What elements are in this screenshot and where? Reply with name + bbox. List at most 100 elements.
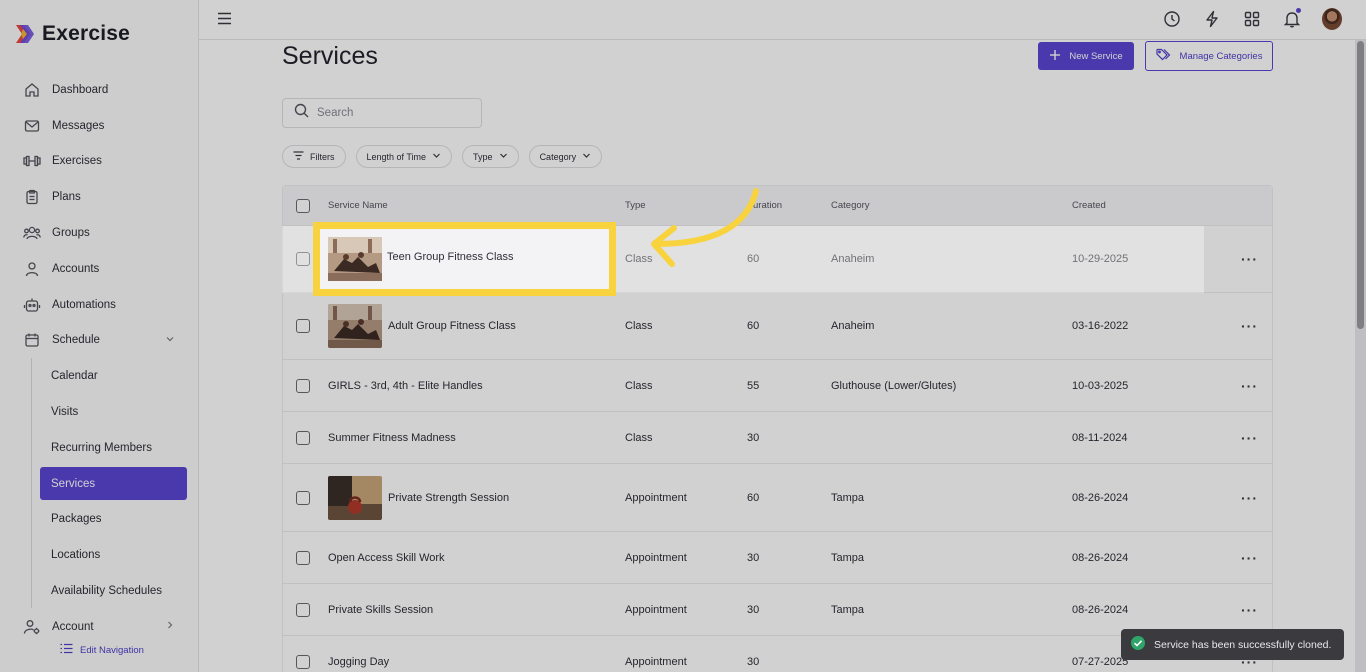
- sidebar-item-schedule[interactable]: Schedule: [0, 323, 199, 359]
- sidebar-item-label: Visits: [51, 406, 79, 419]
- row-checkbox[interactable]: [296, 655, 310, 669]
- sidebar-item-visits[interactable]: Visits: [0, 394, 199, 430]
- type-cell: Appointment: [625, 656, 687, 668]
- type-cell: Class: [625, 320, 653, 332]
- more-options-icon[interactable]: ···: [1241, 430, 1258, 446]
- created-cell: 08-11-2024: [1072, 431, 1128, 444]
- category-cell: Tampa: [831, 491, 865, 504]
- length-of-time-filter[interactable]: Length of Time: [355, 145, 453, 168]
- sidebar-item-packages[interactable]: Packages: [0, 502, 199, 538]
- row-checkbox[interactable]: [296, 378, 310, 393]
- sidebar-item-label: Schedule: [52, 334, 100, 347]
- scrollbar-thumb[interactable]: [1357, 41, 1364, 329]
- table-row[interactable]: Open Access Skill Work Appointment 30 Tampa…: [283, 532, 1272, 584]
- sidebar-item-automations[interactable]: Automations: [0, 287, 199, 323]
- table-row[interactable]: GIRLS - 3rd, 4th - Elite Handles Class 55 G…: [283, 360, 1272, 412]
- service-name-cell[interactable]: Summer Fitness Madness: [328, 432, 456, 444]
- bell-icon[interactable]: [1282, 8, 1302, 30]
- table-row[interactable]: Private Strength Session Appointment 60 Tam…: [283, 464, 1272, 532]
- calendar-icon: [23, 331, 41, 349]
- duration-cell: 30: [747, 551, 760, 564]
- notification-badge: [1296, 8, 1301, 13]
- service-name-cell[interactable]: GIRLS - 3rd, 4th - Elite Handles: [328, 380, 483, 392]
- row-checkbox[interactable]: [296, 430, 310, 445]
- select-all-checkbox[interactable]: [296, 198, 310, 213]
- manage-categories-button[interactable]: Manage Categories: [1145, 41, 1273, 71]
- sidebar-item-dashboard[interactable]: Dashboard: [0, 72, 199, 108]
- app-logo[interactable]: Exercise: [14, 22, 130, 46]
- category-cell: Tampa: [831, 603, 865, 616]
- mail-icon: [23, 117, 41, 135]
- apps-grid-icon[interactable]: [1242, 8, 1262, 30]
- duration-cell: 55: [747, 379, 760, 392]
- sidebar-item-label: Services: [51, 477, 96, 490]
- type-cell: Appointment: [625, 491, 687, 504]
- service-name-cell[interactable]: Jogging Day: [328, 656, 389, 668]
- category-cell: Tampa: [831, 551, 865, 564]
- service-name-cell[interactable]: Open Access Skill Work: [328, 552, 445, 564]
- highlighted-service-callout[interactable]: Teen Group Fitness Class: [313, 222, 616, 296]
- service-name-cell[interactable]: Adult Group Fitness Class: [388, 320, 516, 332]
- sidebar-item-calendar[interactable]: Calendar: [0, 358, 199, 394]
- sidebar-item-accounts[interactable]: Accounts: [0, 251, 199, 287]
- sidebar-item-groups[interactable]: Groups: [0, 215, 199, 251]
- row-checkbox[interactable]: [296, 252, 310, 266]
- column-header-service-name[interactable]: Service Name: [328, 200, 388, 211]
- search-input[interactable]: [317, 107, 467, 119]
- more-options-icon[interactable]: ···: [1241, 490, 1258, 506]
- type-cell: Appointment: [625, 551, 687, 564]
- page-title: Services: [282, 42, 378, 70]
- sidebar-item-account[interactable]: Account: [0, 609, 199, 645]
- table-row[interactable]: Adult Group Fitness Class Class 60 Anaheim 0…: [283, 293, 1272, 360]
- avatar[interactable]: [1322, 8, 1342, 30]
- list-icon: [60, 643, 73, 657]
- sidebar-item-label: Calendar: [51, 370, 98, 383]
- table-row[interactable]: Summer Fitness Madness Class 30 08-11-2024 ·…: [283, 412, 1272, 464]
- history-icon[interactable]: [1162, 8, 1182, 30]
- new-service-label: New Service: [1069, 50, 1123, 62]
- sidebar-item-exercises[interactable]: Exercises: [0, 144, 199, 180]
- sidebar-item-locations[interactable]: Locations: [0, 537, 199, 573]
- sidebar-item-label: Dashboard: [52, 83, 109, 96]
- duration-cell: 60: [747, 320, 760, 332]
- row-checkbox[interactable]: [296, 602, 310, 617]
- sidebar-item-services[interactable]: Services: [0, 466, 199, 502]
- more-options-icon[interactable]: ···: [1241, 318, 1258, 334]
- category-filter[interactable]: Category: [528, 145, 603, 168]
- filter-label: Type: [473, 151, 493, 162]
- type-filter[interactable]: Type: [462, 145, 519, 168]
- sidebar-item-availability-schedules[interactable]: Availability Schedules: [0, 573, 199, 609]
- topbar-actions: [1162, 8, 1342, 30]
- more-options-icon[interactable]: ···: [1241, 550, 1258, 566]
- plus-icon: [1049, 49, 1061, 64]
- new-service-button[interactable]: New Service: [1038, 42, 1134, 70]
- column-header-created[interactable]: Created: [1072, 200, 1106, 211]
- filters-button[interactable]: Filters: [282, 145, 346, 168]
- duration-cell: 30: [747, 431, 760, 444]
- column-header-category[interactable]: Category: [831, 200, 870, 211]
- sidebar-item-recurring-members[interactable]: Recurring Members: [0, 430, 199, 466]
- robot-icon: [23, 296, 41, 314]
- category-cell: Anaheim: [831, 253, 875, 265]
- more-options-icon[interactable]: ···: [1241, 378, 1258, 394]
- type-cell: Class: [625, 431, 653, 444]
- more-options-icon[interactable]: ···: [1241, 602, 1258, 618]
- lightning-icon[interactable]: [1202, 8, 1222, 30]
- menu-icon[interactable]: [217, 12, 232, 30]
- edit-navigation-link[interactable]: Edit Navigation: [60, 643, 144, 657]
- toast-message: Service has been successfully cloned.: [1154, 638, 1332, 651]
- sidebar-item-messages[interactable]: Messages: [0, 108, 199, 144]
- sidebar-item-label: Recurring Members: [51, 441, 152, 454]
- sidebar-item-plans[interactable]: Plans: [0, 179, 199, 215]
- row-checkbox[interactable]: [296, 319, 310, 333]
- service-name-cell[interactable]: Private Strength Session: [388, 492, 509, 504]
- service-name-cell[interactable]: Private Skills Session: [328, 604, 433, 616]
- sidebar-nav: Dashboard Messages Exercises Plans Group…: [0, 72, 199, 645]
- created-cell: 08-26-2024: [1072, 551, 1129, 564]
- highlighted-service-name: Teen Group Fitness Class: [387, 251, 514, 263]
- row-checkbox[interactable]: [296, 490, 310, 505]
- more-options-icon[interactable]: ···: [1241, 251, 1258, 267]
- created-cell: 08-26-2024: [1072, 491, 1129, 504]
- row-checkbox[interactable]: [296, 550, 310, 565]
- search-box[interactable]: [282, 98, 482, 128]
